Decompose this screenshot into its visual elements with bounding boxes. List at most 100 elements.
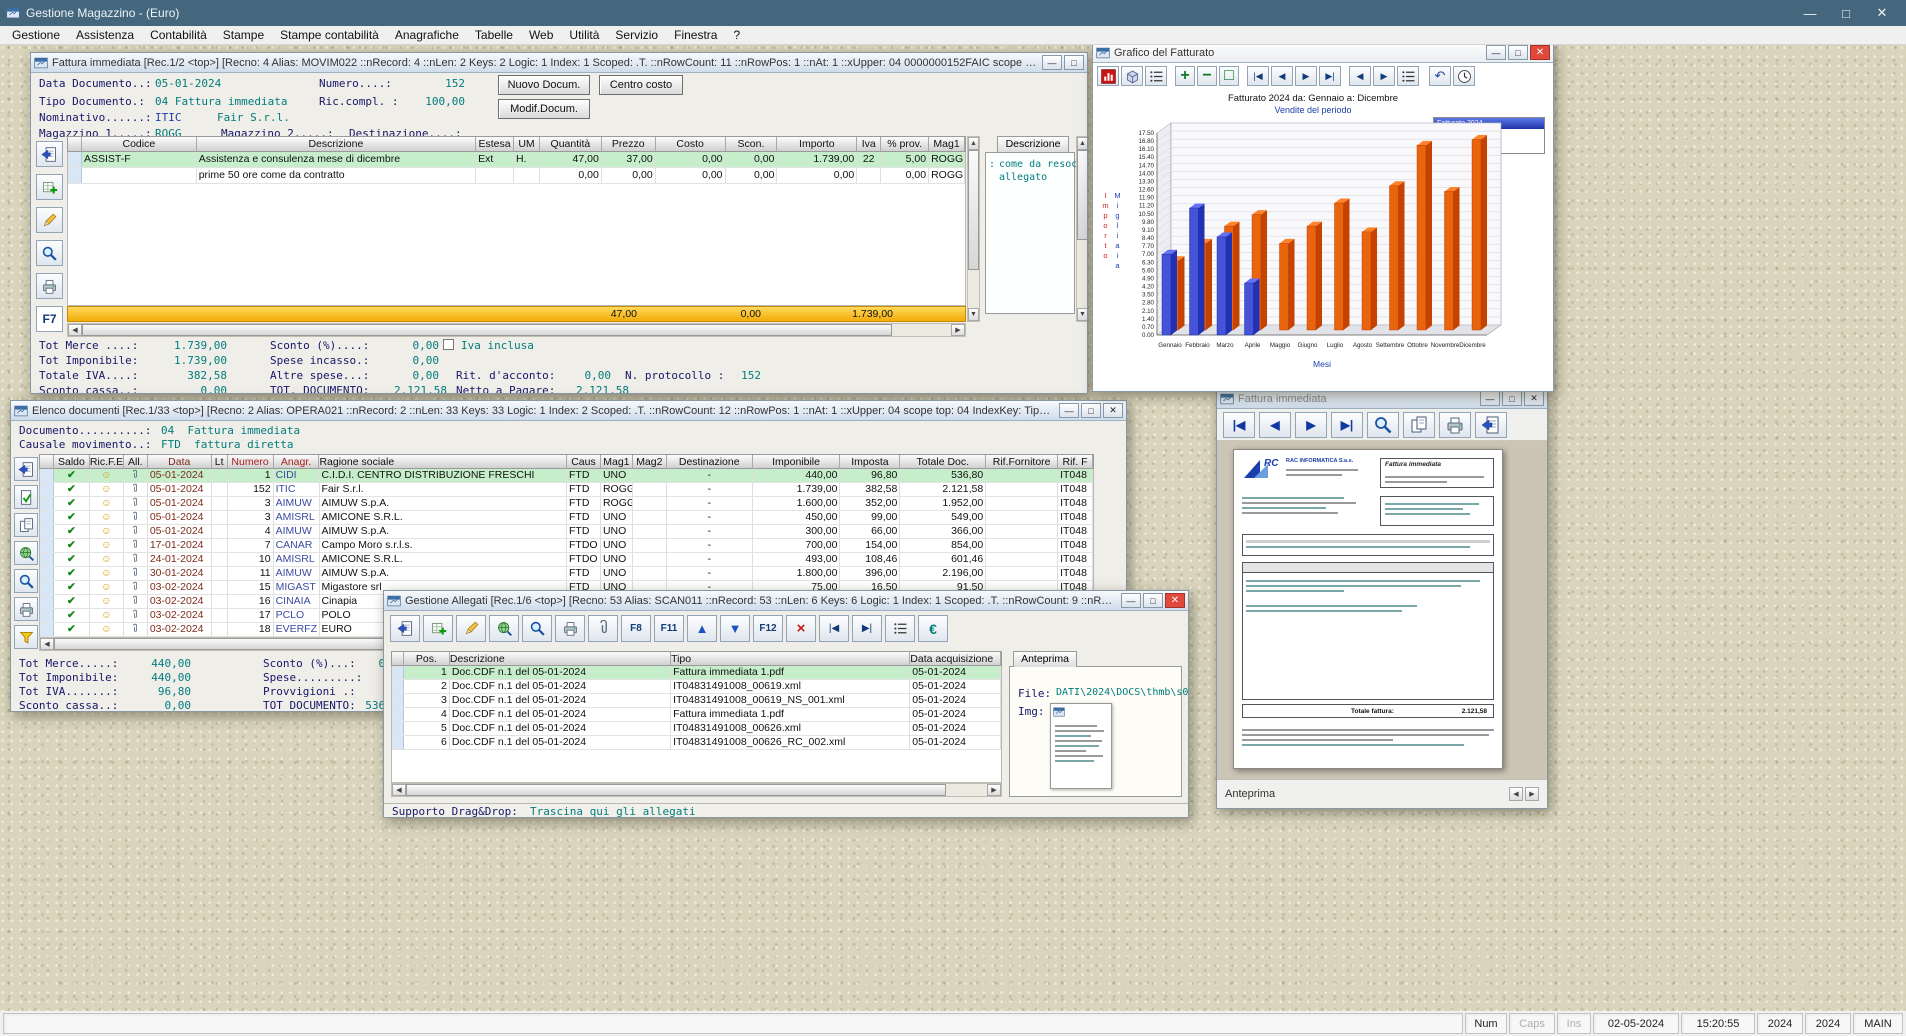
euro-button[interactable]: € — [918, 615, 948, 642]
menu-item[interactable]: Stampe — [215, 27, 272, 43]
document-row[interactable]: ✔ ☺ 05-01-2024 152 ITIC Fair S.r.l. FTD … — [40, 483, 1093, 497]
maximize-button[interactable]: □ — [1502, 391, 1522, 406]
print-button[interactable] — [555, 615, 585, 642]
col-prezzo[interactable]: Prezzo — [602, 137, 656, 151]
nav-next-button[interactable]: ▶ — [1295, 412, 1327, 438]
document-row[interactable]: ✔ ☺ 05-01-2024 1 CIDI C.I.D.I. CENTRO DI… — [40, 469, 1093, 483]
nominativo-name-field[interactable]: Fair S.r.l. — [217, 111, 290, 124]
attachment-row[interactable]: 2 Doc.CDF n.1 del 05-01-2024 IT048314910… — [392, 680, 1001, 694]
history-clock-button[interactable] — [1453, 66, 1475, 86]
col-descrizione[interactable]: Descrizione — [450, 652, 671, 666]
close-button[interactable]: ✕ — [1524, 391, 1544, 406]
menu-item[interactable]: Finestra — [666, 27, 725, 43]
nav-prev-button[interactable]: ◀ — [1271, 66, 1293, 86]
row-selector[interactable] — [392, 694, 404, 707]
col-descrizione[interactable]: Descrizione — [197, 137, 476, 151]
nav-first-button[interactable]: |◀ — [1247, 66, 1269, 86]
maximize-button[interactable]: □ — [1508, 45, 1528, 60]
legend-list-button[interactable] — [1397, 66, 1419, 86]
page-prev-button[interactable]: ◀ — [1349, 66, 1371, 86]
col-um[interactable]: UM — [514, 137, 540, 151]
export-button[interactable] — [1475, 412, 1507, 438]
edit-row-button[interactable] — [36, 207, 63, 233]
nav-record-button[interactable] — [14, 457, 38, 481]
row-selector[interactable] — [392, 680, 404, 693]
filter-button[interactable] — [14, 625, 38, 649]
row-selector[interactable] — [40, 497, 54, 510]
document-row[interactable]: ✔ ☺ 05-01-2024 4 AIMUW AIMUW S.p.A. FTD … — [40, 525, 1093, 539]
row-selector[interactable] — [40, 595, 54, 608]
invoice-grid-row[interactable]: prime 50 ore come da contratto 0,00 0,00… — [68, 168, 965, 184]
preview-titlebar[interactable]: Fattura immediata — □ ✕ — [1217, 389, 1547, 409]
anteprima-tab[interactable]: Anteprima — [1013, 651, 1077, 667]
col-estesa[interactable]: Estesa — [476, 137, 514, 151]
nuovo-docum-button[interactable]: Nuovo Docum. — [498, 75, 590, 95]
menu-item[interactable]: Gestione — [4, 27, 68, 43]
data-documento-field[interactable]: 05-01-2024 — [155, 77, 221, 90]
nominativo-code-field[interactable]: ITIC — [155, 111, 182, 124]
col-rif-fornitore[interactable]: Rif.Fornitore — [986, 455, 1058, 469]
col-destinazione[interactable]: Destinazione — [667, 455, 753, 469]
close-button[interactable]: ✕ — [1864, 0, 1900, 26]
modif-docum-button[interactable]: Modif.Docum. — [498, 99, 590, 119]
attachments-titlebar[interactable]: Gestione Allegati [Rec.1/6 <top>] [Recno… — [384, 591, 1188, 611]
chart-type-button[interactable] — [1097, 66, 1119, 86]
f12-button[interactable]: F12 — [753, 615, 783, 642]
menu-item[interactable]: Anagrafiche — [387, 27, 467, 43]
document-row[interactable]: ✔ ☺ 05-01-2024 3 AIMUW AIMUW S.p.A. FTD … — [40, 497, 1093, 511]
col-scon[interactable]: Scon. — [726, 137, 778, 151]
maximize-button[interactable]: □ — [1064, 55, 1084, 70]
documents-titlebar[interactable]: Elenco documenti [Rec.1/33 <top>] [Recno… — [11, 401, 1126, 421]
attachment-row[interactable]: 5 Doc.CDF n.1 del 05-01-2024 IT048314910… — [392, 722, 1001, 736]
attach-file-button[interactable] — [588, 615, 618, 642]
document-row[interactable]: ✔ ☺ 17-01-2024 7 CANAR Campo Moro s.r.l.… — [40, 539, 1093, 553]
f7-button[interactable]: F7 — [36, 306, 63, 332]
ric-compl-field[interactable]: 100,00 — [409, 95, 465, 108]
row-selector[interactable] — [68, 152, 82, 167]
nav-first-button[interactable]: |◀ — [1223, 412, 1255, 438]
invoice-grid-row[interactable]: ASSIST-F Assistenza e consulenza mese di… — [68, 152, 965, 168]
col-mag2[interactable]: Mag2 — [633, 455, 667, 469]
web-search-button[interactable] — [14, 541, 38, 565]
f8-button[interactable]: F8 — [621, 615, 651, 642]
scroll-thumb[interactable] — [82, 324, 892, 336]
row-selector[interactable] — [40, 539, 54, 552]
minimize-button[interactable]: — — [1121, 593, 1141, 608]
scroll-left-arrow[interactable]: ◀ — [68, 324, 82, 336]
row-selector[interactable] — [392, 736, 404, 749]
scroll-right-arrow[interactable]: ▶ — [951, 324, 965, 336]
minimize-button[interactable]: — — [1486, 45, 1506, 60]
nav-record-button[interactable] — [390, 615, 420, 642]
centro-costo-button[interactable]: Centro costo — [599, 75, 683, 95]
minimize-button[interactable]: — — [1059, 403, 1079, 418]
list-button[interactable] — [885, 615, 915, 642]
menu-item[interactable]: Web — [521, 27, 561, 43]
col-saldo[interactable]: Saldo — [54, 455, 90, 469]
maximize-button[interactable]: □ — [1828, 0, 1864, 26]
scroll-left-arrow[interactable]: ◀ — [1509, 787, 1523, 801]
scroll-left-arrow[interactable]: ◀ — [40, 638, 54, 650]
row-selector[interactable] — [40, 581, 54, 594]
add-row-button[interactable] — [36, 174, 63, 200]
search-button[interactable] — [522, 615, 552, 642]
scroll-thumb[interactable] — [406, 784, 946, 796]
menu-item[interactable]: Tabelle — [467, 27, 521, 43]
print-button[interactable] — [1439, 412, 1471, 438]
invoice-grid-vscrollbar[interactable]: ▲ ▼ — [967, 136, 980, 322]
scroll-up-arrow[interactable]: ▲ — [1077, 137, 1087, 150]
search-button[interactable] — [14, 569, 38, 593]
descrizione-tab[interactable]: Descrizione — [997, 136, 1069, 152]
menu-item[interactable]: Utilità — [561, 27, 607, 43]
zoom-out-button[interactable]: − — [1197, 66, 1217, 86]
nav-last-button[interactable]: ▶| — [1319, 66, 1341, 86]
scroll-up-arrow[interactable]: ▲ — [968, 137, 979, 150]
row-selector[interactable] — [392, 722, 404, 735]
row-selector[interactable] — [68, 168, 82, 183]
attachments-hscrollbar[interactable]: ◀ ▶ — [391, 783, 1002, 797]
row-selector[interactable] — [40, 469, 54, 482]
chart-titlebar[interactable]: Grafico del Fatturato — □ ✕ — [1093, 43, 1553, 63]
scroll-thumb[interactable] — [968, 150, 979, 270]
document-row[interactable]: ✔ ☺ 30-01-2024 11 AIMUW AIMUW S.p.A. FTD… — [40, 567, 1093, 581]
undo-button[interactable]: ↶ — [1429, 66, 1451, 86]
maximize-button[interactable]: □ — [1081, 403, 1101, 418]
